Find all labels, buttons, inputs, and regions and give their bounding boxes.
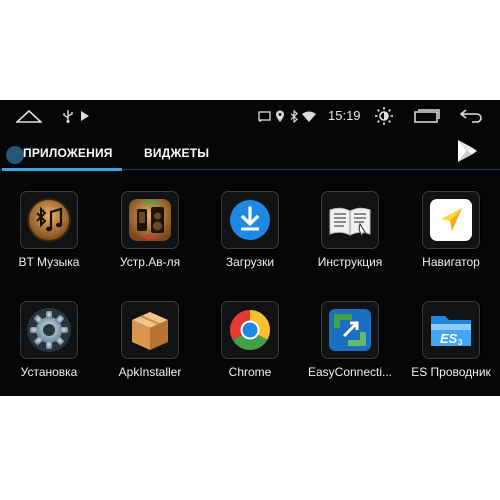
es-folder-icon: ES 3 — [422, 301, 480, 359]
recents-icon[interactable] — [412, 100, 442, 132]
app-label: ApkInstaller — [118, 365, 182, 379]
settings-icon — [20, 301, 78, 359]
back-icon[interactable] — [458, 100, 486, 132]
play-icon — [78, 100, 92, 132]
car-device-icon — [121, 191, 179, 249]
usb-icon — [60, 100, 76, 132]
download-icon — [221, 191, 279, 249]
launcher-tabs: ПРИЛОЖЕНИЯ ВИДЖЕТЫ — [0, 138, 500, 174]
cast-icon — [256, 100, 272, 132]
app-label: Установка — [20, 365, 78, 379]
bluetooth-icon — [288, 100, 300, 132]
brightness-icon[interactable] — [372, 100, 396, 132]
svg-text:3: 3 — [458, 338, 463, 347]
status-bar: 15:19 — [0, 100, 500, 132]
chrome-icon — [221, 301, 279, 359]
app-navigator[interactable]: Навигатор — [406, 191, 496, 291]
app-car-device[interactable]: Устр.Ав-ля — [105, 191, 195, 291]
app-label: Chrome — [228, 365, 272, 379]
app-manual[interactable]: Инструкция — [305, 191, 395, 291]
navigator-icon — [422, 191, 480, 249]
tab-apps[interactable]: ПРИЛОЖЕНИЯ — [23, 138, 113, 168]
easyconnect-icon — [321, 301, 379, 359]
bt-music-icon — [20, 191, 78, 249]
app-es-explorer[interactable]: ES 3 ES Проводник — [406, 301, 496, 396]
home-icon[interactable] — [14, 100, 44, 132]
tab-ripple — [6, 146, 24, 164]
svg-text:ES: ES — [440, 331, 458, 346]
app-bt-music[interactable]: BT Музыка — [4, 191, 94, 291]
app-label: Устр.Ав-ля — [119, 255, 181, 269]
package-icon — [121, 301, 179, 359]
tab-widgets[interactable]: ВИДЖЕТЫ — [144, 138, 209, 168]
app-label: Загрузки — [225, 255, 275, 269]
app-label: Навигатор — [422, 255, 480, 269]
tab-active-indicator — [2, 168, 122, 171]
app-label: ES Проводник — [411, 365, 491, 379]
book-icon — [321, 191, 379, 249]
app-label: Инструкция — [317, 255, 383, 269]
wifi-icon — [301, 100, 317, 132]
play-store-icon[interactable] — [453, 138, 481, 166]
app-settings[interactable]: Установка — [4, 301, 94, 396]
app-label: BT Музыка — [18, 255, 80, 269]
app-apkinstaller[interactable]: ApkInstaller — [105, 301, 195, 396]
launcher-screen: 15:19 ПРИЛОЖЕНИЯ ВИДЖЕТЫ BT Музыка Устр.… — [0, 100, 500, 396]
app-chrome[interactable]: Chrome — [205, 301, 295, 396]
clock: 15:19 — [328, 108, 361, 123]
app-downloads[interactable]: Загрузки — [205, 191, 295, 291]
app-label: EasyConnecti... — [307, 365, 393, 379]
location-icon — [273, 100, 287, 132]
app-easyconnection[interactable]: EasyConnecti... — [305, 301, 395, 396]
